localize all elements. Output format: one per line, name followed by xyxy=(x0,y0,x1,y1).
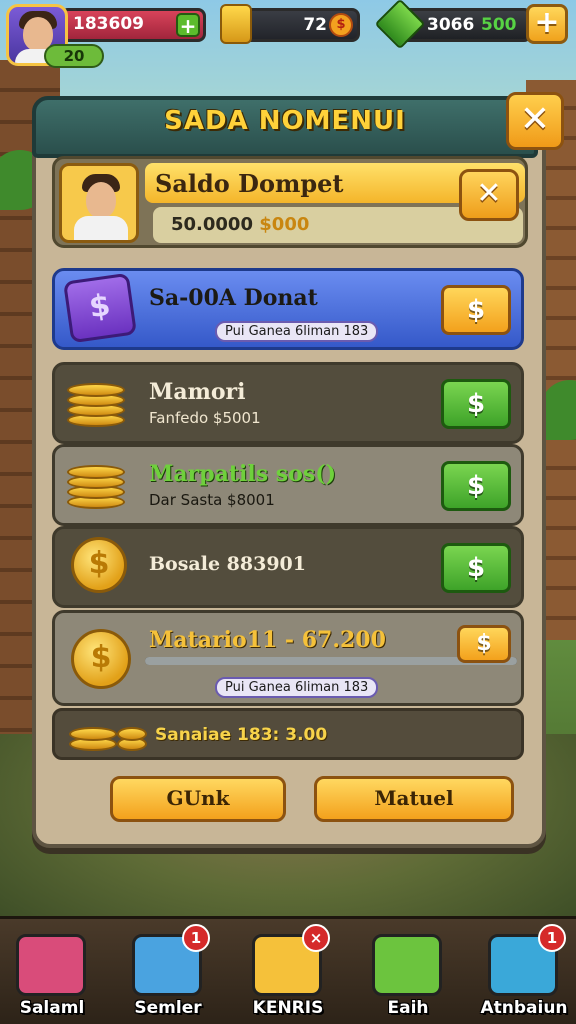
notification-badge: × xyxy=(302,924,330,952)
health-bar: 183609 + xyxy=(60,8,206,42)
wallet-title: Saldo Dompet xyxy=(155,169,344,198)
left-action-button[interactable]: GUnk xyxy=(110,776,286,822)
list-item[interactable]: Marpatils sos() Dar Sasta $8001 $ xyxy=(52,444,524,526)
item-detail: Dar Sasta $8001 xyxy=(149,491,275,509)
wallet-balance-text: 50.0000 xyxy=(171,214,253,235)
total-label: Sanaiae 183: 3.00 xyxy=(155,725,328,745)
total-row: Sanaiae 183: 3.00 xyxy=(52,708,524,760)
list-item[interactable]: $ Matario11 - 67.200 Pui Ganea 6liman 18… xyxy=(52,610,524,706)
item-name: Marpatils sos() xyxy=(149,461,337,487)
bottom-nav: Salaml 1 Semler × KENRIS Eaih 1 Atnbaiun xyxy=(0,916,576,1024)
level-badge: 20 xyxy=(44,44,104,68)
top-hud: 183609 + 20 72 $ 3066 500 + xyxy=(0,0,576,80)
item-name: Sa-00A Donat xyxy=(149,285,318,311)
item-buy-button[interactable]: $ xyxy=(441,461,511,511)
wallet-avatar xyxy=(59,163,139,243)
wallet-icon xyxy=(16,934,86,996)
nav-item-atnbaiun[interactable]: 1 Atnbaiun xyxy=(476,922,572,1018)
nav-label: Salaml xyxy=(19,998,85,1018)
panel-title: SADA NOMENUI xyxy=(164,106,406,136)
right-action-button[interactable]: Matuel xyxy=(314,776,514,822)
gems-green-value: 500 xyxy=(481,15,517,35)
nav-item-kenris[interactable]: × KENRIS xyxy=(240,922,336,1018)
panel-header: SADA NOMENUI xyxy=(32,96,538,158)
list-item[interactable]: $ Sa-00A Donat Pui Ganea 6liman 183 $ xyxy=(52,268,524,350)
avatar-face xyxy=(86,182,116,218)
item-name: Matario11 - 67.200 xyxy=(149,627,386,653)
item-name: Mamori xyxy=(149,379,246,405)
wallet-card: Saldo Dompet 50.0000 $000 ✕ xyxy=(52,156,528,248)
coins-value: 72 xyxy=(303,15,327,35)
gems-value: 3066 xyxy=(427,15,475,35)
nav-label: Atnbaiun xyxy=(480,998,568,1018)
wallet-balance-gold: $000 xyxy=(259,214,310,235)
item-chip: Pui Ganea 6liman 183 xyxy=(215,677,379,698)
wallet-close-button[interactable]: ✕ xyxy=(459,169,519,221)
item-detail: Fanfedo $5001 xyxy=(149,409,261,427)
bottle-icon xyxy=(372,934,442,996)
item-buy-button[interactable]: $ xyxy=(457,625,511,663)
gold-bar-icon xyxy=(220,4,252,44)
wallet-icon: $ xyxy=(63,272,137,344)
health-value: 183609 xyxy=(73,14,144,34)
coin-icon: $ xyxy=(71,537,127,593)
nav-item-semler[interactable]: 1 Semler xyxy=(120,922,216,1018)
nav-label: KENRIS xyxy=(252,998,324,1018)
close-panel-button[interactable]: ✕ xyxy=(506,92,564,150)
nav-label: Eaih xyxy=(387,998,429,1018)
item-buy-button[interactable]: $ xyxy=(441,285,511,335)
notification-badge: 1 xyxy=(182,924,210,952)
list-item[interactable]: $ Bosale 883901 $ xyxy=(52,526,524,608)
item-buy-button[interactable]: $ xyxy=(441,379,511,429)
nav-label: Semler xyxy=(134,998,202,1018)
nav-item-eaih[interactable]: Eaih xyxy=(360,922,456,1018)
add-health-button[interactable]: + xyxy=(176,13,200,37)
item-chip: Pui Ganea 6liman 183 xyxy=(215,321,379,342)
avatar-shirt xyxy=(74,216,128,240)
nav-item-salaml[interactable]: Salaml xyxy=(4,922,100,1018)
coin-stack-icon xyxy=(67,457,137,513)
coin-stack-icon xyxy=(69,717,161,755)
coin-icon: $ xyxy=(329,13,353,37)
coin-stack-icon xyxy=(67,375,137,431)
add-gems-button[interactable]: + xyxy=(526,4,568,44)
notification-badge: 1 xyxy=(538,924,566,952)
item-name: Bosale 883901 xyxy=(149,553,306,575)
wallet-balance: 50.0000 $000 xyxy=(171,214,309,235)
item-buy-button[interactable]: $ xyxy=(441,543,511,593)
list-item[interactable]: Mamori Fanfedo $5001 $ xyxy=(52,362,524,444)
coin-icon: $ xyxy=(71,629,131,689)
